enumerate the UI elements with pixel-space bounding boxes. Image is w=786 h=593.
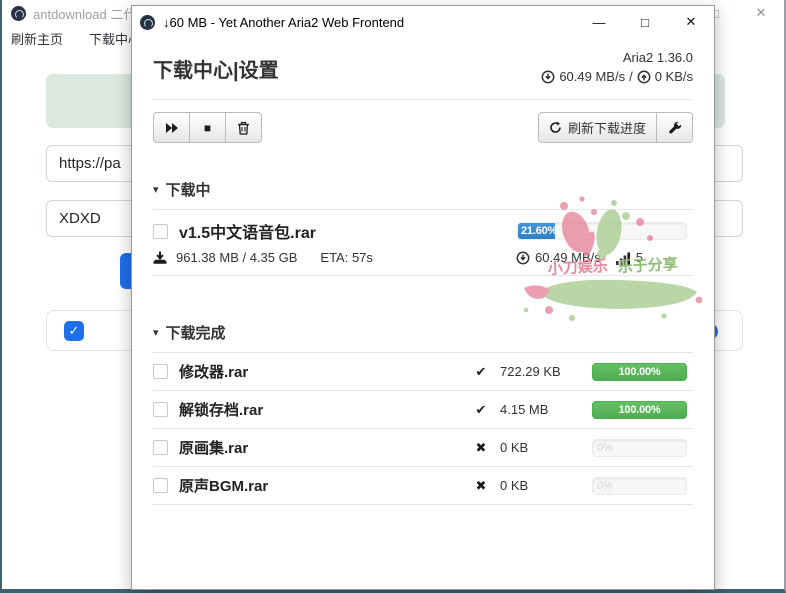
global-stats: Aria2 1.36.0 60.49 MB/s / 0 KB/s [541, 48, 693, 86]
fast-forward-icon [165, 122, 179, 134]
aria2-version: Aria2 1.36.0 [541, 48, 693, 67]
progress-bar: 100.00% [592, 363, 687, 381]
stop-icon: ■ [204, 122, 211, 134]
file-size: 4.15 MB [500, 402, 592, 417]
file-name: 修改器.rar [179, 361, 248, 382]
download-row-completed: 解锁存档.rar ✔ 4.15 MB 100.00% [153, 391, 693, 429]
progress-bar: 0% [592, 477, 687, 495]
progress-label: 100.00% [593, 402, 686, 418]
upload-speed-icon [637, 70, 651, 84]
refresh-icon [549, 121, 562, 134]
action-button-group: ■ [153, 112, 262, 143]
header-divider [153, 99, 693, 100]
row-checkbox[interactable] [153, 478, 168, 493]
download-row-active: v1.5中文语音包.rar 21.60% 961.38 MB / 4.35 GB… [153, 210, 693, 276]
app-close-button[interactable]: ✕ [738, 0, 784, 26]
progress-bar: 0% [592, 439, 687, 457]
global-up-speed: 0 KB/s [655, 67, 693, 86]
download-speed-icon [541, 70, 555, 84]
app-logo-icon [11, 6, 26, 21]
download-row-failed: 原声BGM.rar ✖ 0 KB 0% [153, 467, 693, 505]
stop-button[interactable]: ■ [189, 112, 226, 143]
row-speed-text: 60.49 MB/s [535, 250, 601, 265]
dialog-titlebar[interactable]: ↓60 MB - Yet Another Aria2 Web Frontend … [132, 6, 714, 38]
row-checkbox[interactable] [153, 440, 168, 455]
file-name: 原画集.rar [179, 437, 248, 458]
status-cross-icon: ✖ [470, 478, 492, 494]
size-progress-text: 961.38 MB / 4.35 GB [176, 250, 297, 265]
section-completed-header[interactable]: ▾ 下载完成 [153, 322, 693, 343]
status-check-icon: ✔ [470, 402, 492, 418]
settings-button-group: 刷新下载进度 [538, 112, 693, 143]
status-cross-icon: ✖ [470, 440, 492, 456]
resume-button[interactable] [153, 112, 190, 143]
row-checkbox[interactable] [153, 224, 168, 239]
eta-text: ETA: 57s [320, 250, 373, 265]
row-checkbox[interactable] [153, 364, 168, 379]
dialog-title: ↓60 MB - Yet Another Aria2 Web Frontend [163, 15, 404, 30]
progress-label: 21.60% [521, 223, 557, 239]
progress-bar: 21.60% [517, 222, 687, 240]
connections-count: 5 [636, 250, 643, 265]
settings-button[interactable] [656, 112, 693, 143]
row-checkbox[interactable] [153, 402, 168, 417]
downloaded-size-icon [153, 251, 167, 265]
dialog-logo-icon [140, 15, 155, 30]
connections-icon [616, 252, 630, 265]
delete-button[interactable] [225, 112, 262, 143]
section-completed-title: 下载完成 [166, 322, 226, 343]
dialog-window-controls: — □ ✕ [576, 6, 714, 38]
progress-label: 0% [597, 440, 613, 456]
chevron-down-icon: ▾ [153, 326, 159, 339]
dialog-minimize-button[interactable]: — [576, 6, 622, 38]
speed-separator: / [629, 67, 633, 86]
app-title: antdownload 二代 [33, 4, 136, 23]
page-title: 下载中心|设置 [153, 54, 279, 83]
dialog-maximize-button[interactable]: □ [622, 6, 668, 38]
refresh-progress-button[interactable]: 刷新下载进度 [538, 112, 657, 143]
section-downloading-header[interactable]: ▾ 下载中 [153, 179, 693, 200]
status-check-icon: ✔ [470, 364, 492, 380]
trash-icon [237, 121, 250, 135]
file-name: v1.5中文语音包.rar [179, 219, 316, 243]
download-row-completed: 修改器.rar ✔ 722.29 KB 100.00% [153, 353, 693, 391]
file-name: 原声BGM.rar [179, 475, 268, 496]
download-speed-icon [516, 251, 530, 265]
file-size: 0 KB [500, 478, 592, 493]
file-size: 0 KB [500, 440, 592, 455]
section-downloading-title: 下载中 [166, 179, 211, 200]
progress-label: 0% [597, 478, 613, 494]
aria2-dialog: ↓60 MB - Yet Another Aria2 Web Frontend … [131, 5, 715, 590]
menu-item-refresh-home[interactable]: 刷新主页 [11, 29, 63, 48]
background-checkbox[interactable]: ✓ [64, 321, 84, 341]
progress-label: 100.00% [593, 364, 686, 380]
file-size: 722.29 KB [500, 364, 592, 379]
refresh-progress-label: 刷新下载进度 [568, 118, 646, 137]
dialog-close-button[interactable]: ✕ [668, 6, 714, 38]
progress-bar: 100.00% [592, 401, 687, 419]
global-down-speed: 60.49 MB/s [559, 67, 625, 86]
download-row-failed: 原画集.rar ✖ 0 KB 0% [153, 429, 693, 467]
file-name: 解锁存档.rar [179, 399, 263, 420]
wrench-icon [668, 121, 682, 135]
chevron-down-icon: ▾ [153, 183, 159, 196]
